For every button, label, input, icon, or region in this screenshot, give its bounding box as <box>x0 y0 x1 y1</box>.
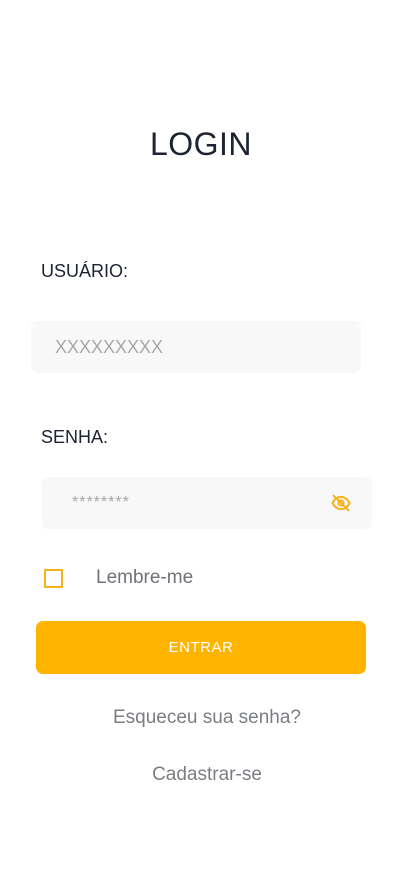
forgot-password-link[interactable]: Esqueceu sua senha? <box>0 707 414 729</box>
password-input[interactable] <box>42 477 372 529</box>
user-field[interactable] <box>31 321 361 373</box>
password-label: SENHA: <box>41 427 109 447</box>
password-field[interactable] <box>42 477 372 529</box>
remember-me[interactable]: Lembre-me <box>44 567 193 589</box>
user-input[interactable] <box>31 321 361 373</box>
user-label: USUÁRIO: <box>41 261 129 281</box>
page-title: LOGIN <box>149 126 253 162</box>
eye-off-icon[interactable] <box>330 492 352 514</box>
login-button[interactable]: ENTRAR <box>36 621 366 674</box>
signup-link[interactable]: Cadastrar-se <box>0 764 414 786</box>
remember-label: Lembre-me <box>96 567 194 588</box>
remember-checkbox[interactable] <box>44 568 63 588</box>
